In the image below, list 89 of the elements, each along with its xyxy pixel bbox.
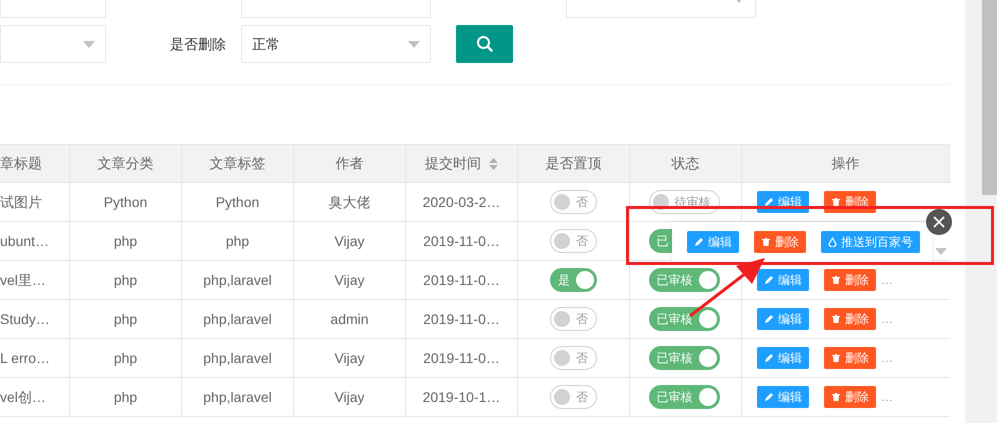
trash-icon: [831, 353, 841, 363]
caret-icon: [83, 40, 95, 48]
table-cell-text: php: [114, 270, 138, 290]
table-cell-text: Vijay: [334, 232, 365, 251]
scrollbar-thumb[interactable]: [982, 0, 997, 195]
status-toggle[interactable]: 已审核: [648, 307, 720, 331]
pin-toggle[interactable]: 否: [550, 190, 597, 214]
edit-button[interactable]: 编辑: [687, 231, 739, 253]
table-cell-text: vel创…: [0, 388, 46, 406]
status-toggle[interactable]: 已审核: [648, 385, 720, 409]
more-text[interactable]: …: [881, 310, 893, 328]
select-value: 正常: [252, 34, 280, 54]
table-cell-text: Vijay: [334, 388, 365, 407]
trash-icon: [831, 275, 841, 285]
table-cell-text: php: [114, 232, 138, 251]
column-header: 提交时间: [425, 154, 481, 173]
column-header: 是否置顶: [546, 154, 602, 173]
edit-button[interactable]: 编辑: [757, 308, 809, 330]
table-cell-text: Vijay: [334, 348, 365, 368]
select-field[interactable]: [0, 25, 106, 63]
edit-button[interactable]: 编辑: [757, 269, 809, 291]
trash-icon: [831, 392, 841, 402]
pin-toggle[interactable]: 否: [550, 307, 597, 331]
table-cell-text: 2019-11-0…: [423, 270, 500, 290]
trash-icon: [831, 314, 841, 324]
delete-button[interactable]: 删除: [824, 269, 876, 291]
table-cell-text: 2020-03-2…: [422, 192, 500, 212]
more-text[interactable]: …: [881, 388, 893, 406]
trash-icon: [831, 197, 841, 207]
edit-button[interactable]: 编辑: [757, 347, 809, 369]
column-header: 文章标签: [210, 154, 266, 173]
pin-toggle[interactable]: 否: [550, 229, 597, 253]
table-cell-text: php,laravel: [203, 270, 272, 290]
pencil-icon: [764, 275, 774, 285]
column-header: 作者: [336, 154, 364, 173]
more-text[interactable]: …: [881, 271, 893, 289]
table-cell-text: php: [114, 348, 138, 368]
caret-icon: [935, 248, 947, 255]
select-field[interactable]: 正常: [241, 25, 431, 63]
table-cell-text: php,laravel: [203, 348, 272, 368]
table-cell-text: php: [226, 232, 250, 251]
delete-button[interactable]: 删除: [754, 231, 806, 253]
trash-icon: [761, 237, 771, 247]
table-cell-text: php: [114, 388, 138, 407]
pin-toggle[interactable]: 否: [550, 346, 597, 370]
table-cell-text: 2019-11-0…: [423, 310, 500, 328]
close-icon: [933, 216, 945, 228]
caret-icon: [408, 40, 420, 48]
table-cell-text: php,laravel: [203, 388, 272, 407]
pencil-icon: [694, 237, 704, 247]
table-cell-text: Python: [104, 192, 148, 212]
delete-button[interactable]: 删除: [824, 386, 876, 408]
table-cell-text: php: [114, 310, 138, 329]
sort-icon[interactable]: [489, 158, 498, 170]
pencil-icon: [764, 392, 774, 402]
delete-button[interactable]: 删除: [824, 308, 876, 330]
table-cell-text: Python: [216, 192, 260, 212]
edit-button[interactable]: 编辑: [757, 386, 809, 408]
delete-button[interactable]: 删除: [824, 347, 876, 369]
column-header: 章标题: [0, 154, 42, 173]
table-cell-text: 臭大佬: [328, 192, 370, 212]
table-cell-text: vel里…: [0, 270, 46, 290]
drop-icon: [828, 237, 837, 247]
pencil-icon: [764, 353, 774, 363]
pencil-icon: [764, 197, 774, 207]
pin-toggle[interactable]: 是: [550, 268, 597, 292]
pencil-icon: [764, 314, 774, 324]
table-cell-text: 2019-11-0…: [423, 232, 500, 250]
search-icon: [476, 35, 494, 53]
pin-toggle[interactable]: 否: [550, 385, 597, 409]
table-cell-text: 2019-10-1…: [422, 388, 500, 406]
table-cell-text: Study…: [0, 310, 50, 329]
filter-label: 是否删除: [169, 34, 227, 54]
table-cell-text: php,laravel: [203, 310, 272, 329]
column-header: 操作: [832, 154, 860, 173]
table-cell-text: L erro…: [0, 348, 50, 368]
close-button[interactable]: [926, 209, 952, 235]
status-toggle[interactable]: 已审核: [648, 346, 720, 370]
table-cell-text: admin: [330, 310, 369, 328]
more-text[interactable]: …: [881, 349, 893, 367]
table-cell-text: Vijay: [334, 270, 365, 290]
status-toggle[interactable]: 已审核: [648, 268, 720, 292]
column-header: 文章分类: [98, 154, 154, 173]
table-cell-text: 2019-11-0…: [423, 348, 500, 368]
column-header: 状态: [672, 154, 700, 173]
push-button[interactable]: 推送到百家号: [821, 231, 920, 253]
table-cell-text: ubunt…: [0, 232, 50, 250]
table-cell-text: 试图片: [0, 192, 42, 212]
search-button[interactable]: [456, 25, 513, 63]
